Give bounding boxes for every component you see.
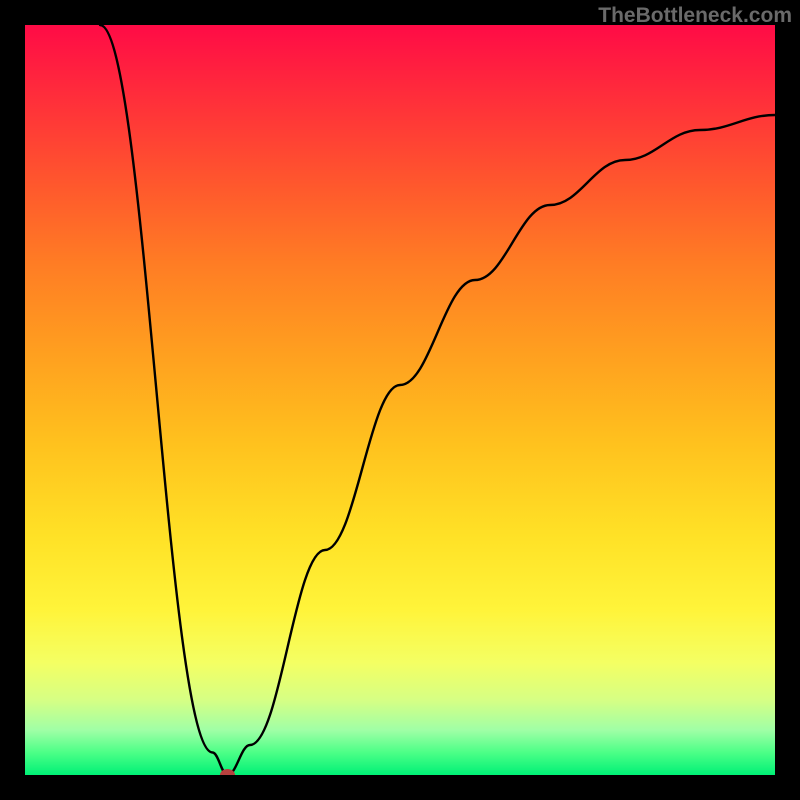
chart-svg [25,25,775,775]
plot-frame [25,25,775,775]
bottleneck-curve [100,25,775,775]
chart-outer: TheBottleneck.com [0,0,800,800]
watermark-text: TheBottleneck.com [598,4,792,28]
